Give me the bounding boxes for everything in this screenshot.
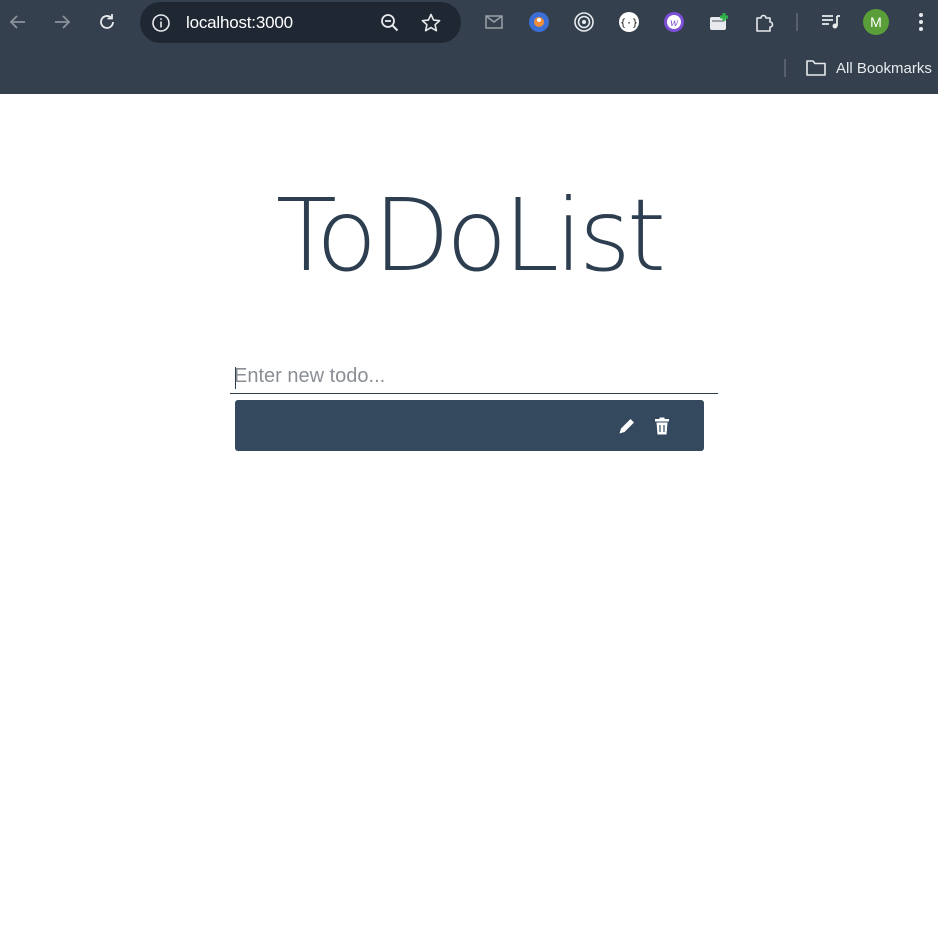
w-extension-button[interactable]: w (662, 10, 686, 34)
bookmark-star-icon[interactable] (420, 12, 442, 34)
delete-todo-button[interactable] (651, 415, 673, 437)
plus-extension-button[interactable] (707, 10, 731, 34)
all-bookmarks-button[interactable]: All Bookmarks (836, 60, 932, 77)
reload-icon (100, 14, 114, 29)
code-extension-button[interactable]: {·} (617, 10, 641, 34)
media-playlist-icon (822, 15, 840, 29)
text-cursor (235, 367, 236, 389)
bird-extension-button[interactable] (527, 10, 551, 34)
svg-text:w: w (670, 18, 679, 29)
browser-toolbar: localhost:3000 {·} w M (0, 0, 938, 44)
bookmarks-bar: All Bookmarks (0, 44, 938, 94)
puzzle-extensions-icon (756, 14, 774, 32)
browser-chrome: localhost:3000 {·} w M All Bookmarks (0, 0, 938, 94)
purple-w-extension-icon: w (664, 12, 684, 32)
media-control-button[interactable] (819, 10, 843, 34)
edit-todo-button[interactable] (616, 415, 638, 437)
target-extension-button[interactable] (572, 10, 596, 34)
profile-avatar[interactable]: M (863, 9, 889, 35)
mail-extension-button[interactable] (482, 10, 506, 34)
green-plus-extension-icon (710, 13, 728, 30)
new-todo-input[interactable] (230, 360, 718, 394)
forward-button[interactable] (46, 6, 78, 38)
todo-item[interactable] (235, 400, 704, 451)
bookmarks-separator (784, 59, 786, 77)
url-text[interactable]: localhost:3000 (186, 13, 293, 33)
trash-icon (655, 417, 669, 435)
code-braces-extension-icon: {·} (619, 12, 639, 32)
arrow-left-icon (9, 15, 25, 29)
arrow-right-icon (55, 15, 71, 29)
target-extension-icon (574, 12, 594, 32)
zoom-out-icon[interactable] (379, 12, 401, 34)
reload-button[interactable] (91, 6, 123, 38)
extensions-menu-button[interactable] (752, 10, 776, 34)
site-info-icon[interactable] (150, 12, 172, 34)
toolbar-separator (796, 13, 798, 31)
orange-bird-extension-icon (529, 12, 549, 32)
app-title: ToDoList (275, 177, 666, 294)
folder-icon[interactable] (805, 58, 827, 78)
address-bar[interactable]: localhost:3000 (140, 2, 461, 43)
more-menu-icon[interactable] (910, 10, 932, 34)
pencil-icon (619, 419, 634, 434)
mail-icon (485, 15, 503, 29)
back-button[interactable] (2, 6, 34, 38)
svg-text:{·}: {·} (620, 18, 638, 29)
